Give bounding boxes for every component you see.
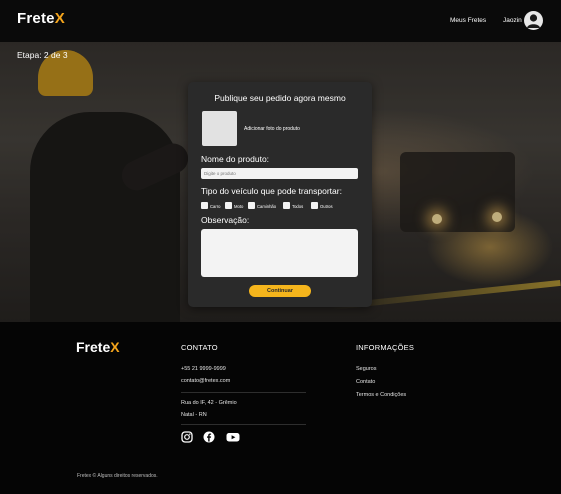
- logo-accent: X: [110, 339, 120, 355]
- info-link-termos[interactable]: Termos e Condições: [356, 392, 406, 398]
- instagram-icon[interactable]: [181, 431, 193, 443]
- footer-logo[interactable]: FreteX: [76, 339, 120, 355]
- nav-link-meus-fretes[interactable]: Meus Fretes: [450, 17, 486, 24]
- user-icon: [527, 14, 540, 28]
- continue-button[interactable]: Continuar: [249, 285, 311, 297]
- info-link-seguros[interactable]: Seguros: [356, 366, 377, 372]
- checkbox[interactable]: [201, 202, 208, 209]
- address-line-2: Natal - RN: [181, 412, 207, 418]
- avatar[interactable]: [524, 11, 543, 30]
- divider: [181, 392, 306, 393]
- step-indicator: Etapa: 2 de 3: [17, 50, 68, 60]
- observation-textarea[interactable]: [201, 229, 358, 277]
- checkbox[interactable]: [225, 202, 232, 209]
- logo-accent: X: [54, 10, 65, 27]
- user-name[interactable]: Jaozin: [503, 17, 522, 24]
- logo-text: Frete: [76, 339, 111, 355]
- address-line-1: Rua do IF, 42 - Grêmio: [181, 400, 237, 406]
- info-link-contato[interactable]: Contato: [356, 379, 375, 385]
- facebook-icon[interactable]: [203, 431, 215, 443]
- form-title: Publique seu pedido agora mesmo: [214, 93, 346, 103]
- product-name-label: Nome do produto:: [201, 154, 270, 164]
- product-name-input[interactable]: [201, 168, 358, 179]
- footer: FreteX CONTATO +55 21 9999-9999 contato@…: [0, 322, 561, 494]
- top-navbar: FreteX Meus Fretes Jaozin: [0, 0, 561, 42]
- divider: [181, 424, 306, 425]
- vehicle-option-label: Moto: [234, 203, 244, 209]
- vehicle-option-label: Caminhão: [257, 203, 277, 209]
- brand-logo[interactable]: FreteX: [17, 10, 65, 27]
- vehicle-option-label: Carro: [210, 203, 221, 209]
- photo-upload-label[interactable]: Adicionar foto do produto: [244, 126, 300, 132]
- contact-email[interactable]: contato@fretex.com: [181, 378, 230, 384]
- observation-label: Observação:: [201, 215, 250, 225]
- copyright: Fretex © Alguns direitos reservados.: [77, 473, 158, 479]
- vehicle-type-label: Tipo do veículo que pode transportar:: [201, 186, 342, 196]
- order-form-card: Publique seu pedido agora mesmo Adiciona…: [188, 82, 372, 307]
- contact-phone: +55 21 9999-9999: [181, 366, 226, 372]
- vehicle-option-label: Outros: [320, 203, 333, 209]
- checkbox[interactable]: [248, 202, 255, 209]
- product-photo-upload[interactable]: [202, 111, 237, 146]
- vehicle-type-options: Carro Moto Caminhão Todos Outros: [201, 202, 366, 210]
- youtube-icon[interactable]: [226, 431, 240, 443]
- contact-title: CONTATO: [181, 343, 218, 352]
- vehicle-option-label: Todos: [292, 203, 304, 209]
- checkbox[interactable]: [311, 202, 318, 209]
- checkbox[interactable]: [283, 202, 290, 209]
- logo-text: Frete: [17, 10, 55, 27]
- info-title: INFORMAÇÕES: [356, 343, 415, 352]
